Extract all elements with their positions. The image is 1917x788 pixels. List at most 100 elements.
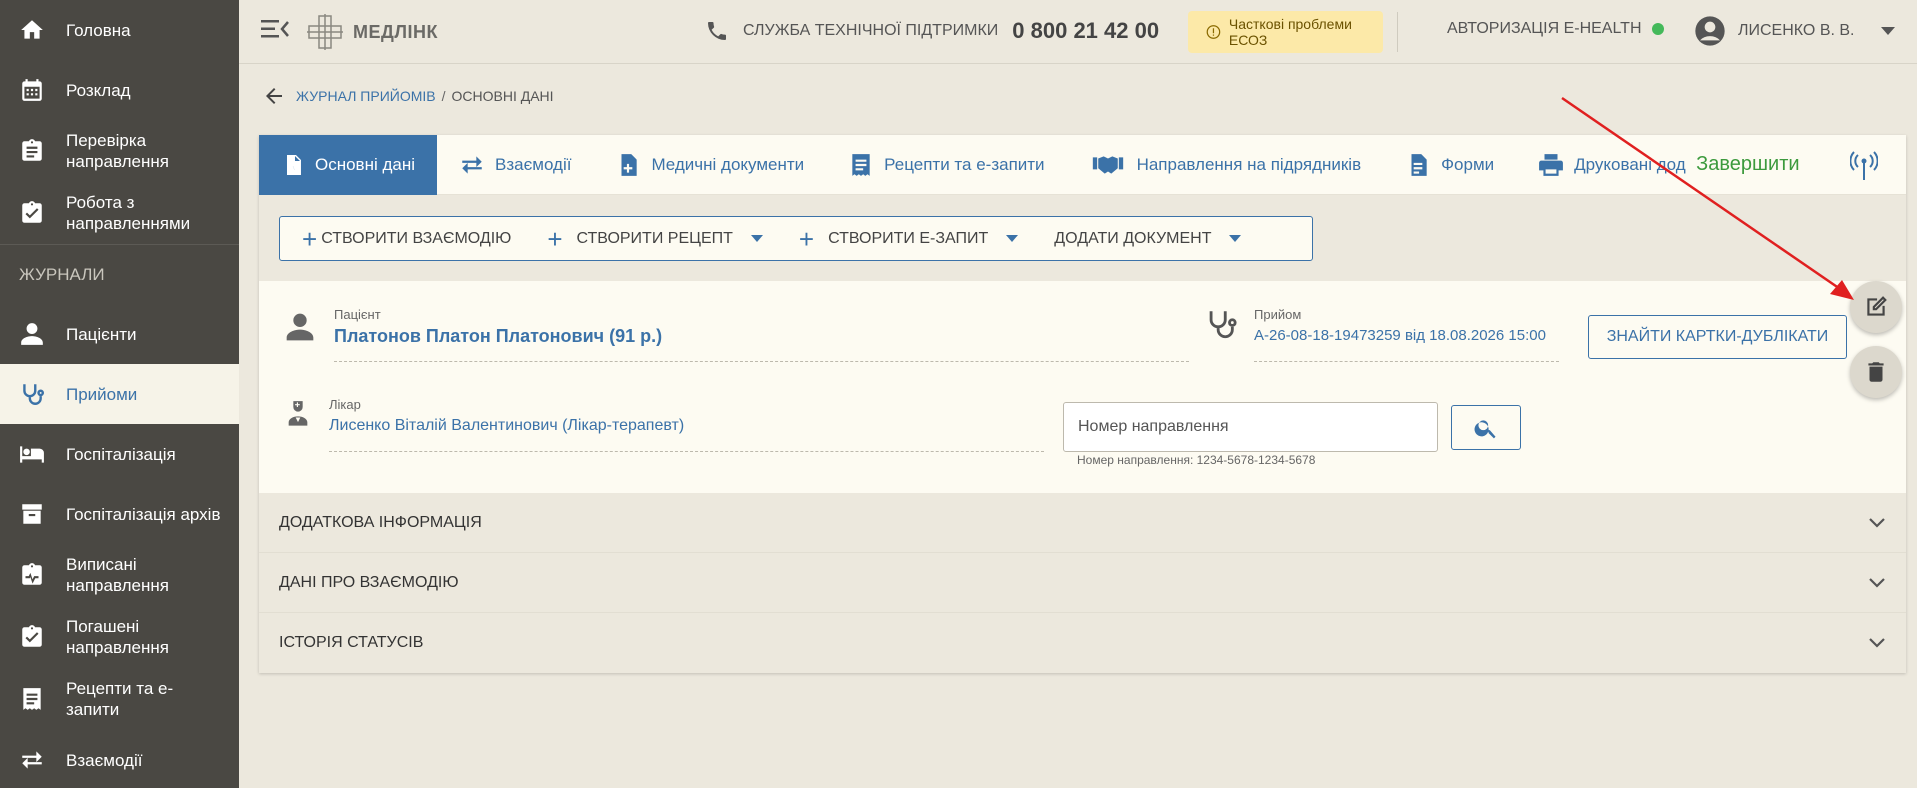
sidebar-item-label: Розклад [66, 80, 131, 100]
sidebar-item-label: Госпіталізація архів [66, 504, 221, 524]
bed-icon [18, 440, 46, 468]
visit-underline [1254, 361, 1559, 362]
tab-label: Друковані дод [1574, 154, 1686, 174]
sidebar-item-referral-work[interactable]: Робота з направленнями [0, 182, 239, 244]
ehealth-auth-status[interactable]: АВТОРИЗАЦІЯ E-HEALTH [1447, 20, 1664, 38]
tab-interactions[interactable]: Взаємодії [437, 135, 593, 195]
stethoscope-icon [1209, 311, 1237, 339]
accordion-interaction-data[interactable]: ДАНІ ПРО ВЗАЄМОДІЮ [259, 553, 1906, 613]
clipboard-check-icon [18, 137, 46, 165]
sidebar-item-interactions[interactable]: Взаємодії [0, 730, 239, 788]
accordion-group: ДОДАТКОВА ІНФОРМАЦІЯ ДАНІ ПРО ВЗАЄМОДІЮ … [259, 493, 1906, 673]
sidebar-item-label: Перевірка направлення [66, 131, 169, 171]
accordion-status-history[interactable]: ІСТОРІЯ СТАТУСІВ [259, 613, 1906, 673]
add-document-button[interactable]: ДОДАТИ ДОКУМЕНТ [1036, 217, 1259, 260]
accordion-label: ДОДАТКОВА ІНФОРМАЦІЯ [279, 513, 482, 531]
doctor-icon [288, 401, 308, 426]
sidebar-item-schedule[interactable]: Розклад [0, 60, 239, 120]
breadcrumb-separator: / [441, 88, 446, 104]
referral-number-input[interactable] [1063, 402, 1438, 452]
finish-visit-button[interactable]: Завершити [1686, 135, 1809, 195]
patient-label: Пацієнт [334, 307, 381, 322]
sidebar-item-label: Робота з направленнями [66, 193, 191, 233]
breadcrumb: ЖУРНАЛ ПРИЙОМІВ / ОСНОВНІ ДАНІ [262, 84, 554, 108]
tab-contractor-referrals[interactable]: Направлення на підрядників [1067, 135, 1384, 195]
support-label: СЛУЖБА ТЕХНІЧНОЇ ПІДТРИМКИ [743, 22, 999, 39]
sidebar-item-recipes[interactable]: Рецепти та е-запити [0, 668, 239, 730]
referral-hint: Номер направлення: 1234-5678-1234-5678 [1077, 453, 1316, 467]
online-status-dot [1651, 23, 1664, 35]
sidebar-item-label: Головна [66, 20, 131, 40]
esoz-status-badge[interactable]: Часткові проблеми ЕСОЗ [1188, 11, 1383, 53]
sidebar-item-label: Госпіталізація [66, 444, 176, 464]
visit-card: Основні дані Взаємодії Медичні документи… [259, 134, 1906, 673]
handshake-icon [1092, 155, 1123, 174]
search-referral-button[interactable] [1451, 405, 1521, 450]
visit-number: A-26-08-18-19473259 від 18.08.2026 15:00 [1254, 327, 1546, 344]
archive-icon [18, 500, 46, 528]
tab-medical-documents[interactable]: Медичні документи [593, 135, 826, 195]
plus-icon: + [547, 223, 563, 254]
chevron-down-icon [1880, 27, 1895, 35]
sidebar-item-issued-referrals[interactable]: Виписані направлення [0, 544, 239, 606]
clipboard-icon [18, 199, 46, 227]
sidebar-item-redeemed-referrals[interactable]: Погашені направлення [0, 606, 239, 668]
auth-label: АВТОРИЗАЦІЯ E-HEALTH [1447, 20, 1642, 37]
sidebar-item-home[interactable]: Головна [0, 0, 239, 60]
logo-text: МЕДЛІНК [353, 21, 438, 42]
dropdown-caret-icon [1229, 235, 1242, 242]
delete-visit-button[interactable] [1850, 346, 1902, 398]
app-logo[interactable]: МЕДЛІНК [305, 12, 438, 52]
edit-visit-button[interactable] [1850, 281, 1902, 333]
menu-collapse-icon[interactable] [261, 17, 289, 41]
tab-main-data[interactable]: Основні дані [259, 134, 437, 195]
sidebar-item-label: Погашені направлення [66, 617, 169, 657]
chevron-down-icon [1869, 517, 1885, 528]
back-arrow-icon[interactable] [262, 84, 286, 108]
create-recipe-button[interactable]: + СТВОРИТИ РЕЦЕПТ [529, 217, 781, 260]
support-phone: 0 800 21 42 00 [1012, 18, 1160, 43]
home-icon [18, 16, 46, 44]
logo-mark-icon [307, 14, 343, 50]
sidebar-item-hospitalization[interactable]: Госпіталізація [0, 424, 239, 484]
sidebar-item-patients[interactable]: Пацієнти [0, 304, 239, 364]
button-label: ДОДАТИ ДОКУМЕНТ [1054, 229, 1212, 247]
chevron-down-icon [1869, 577, 1885, 588]
patient-name-link[interactable]: Платонов Платон Платонович (91 р.) [334, 326, 662, 347]
warning-circle-icon [1206, 25, 1221, 39]
search-icon [1474, 419, 1496, 438]
accordion-additional-info[interactable]: ДОДАТКОВА ІНФОРМАЦІЯ [259, 493, 1906, 553]
sidebar-item-label: Прийоми [66, 384, 138, 404]
status-text: Часткові проблеми ЕСОЗ [1228, 16, 1352, 48]
support-info: СЛУЖБА ТЕХНІЧНОЇ ПІДТРИМКИ 0 800 21 42 0… [705, 18, 1159, 44]
sidebar-item-visits[interactable]: Прийоми [0, 364, 239, 424]
chart-doc-icon [286, 154, 301, 175]
breadcrumb-link-visits-journal[interactable]: ЖУРНАЛ ПРИЙОМІВ [296, 88, 436, 104]
create-erequest-button[interactable]: + СТВОРИТИ Е-ЗАПИТ [781, 217, 1036, 260]
person-icon [286, 313, 314, 341]
visit-label: Прийом [1254, 307, 1302, 322]
tab-label: Основні дані [314, 154, 415, 174]
create-interaction-button[interactable]: + СТВОРИТИ ВЗАЄМОДІЮ [280, 217, 529, 260]
tab-label: Взаємодії [495, 154, 572, 174]
chevron-down-icon [1869, 638, 1885, 648]
plus-icon: + [302, 223, 318, 254]
tab-printed-attachments[interactable]: Друковані дод [1516, 135, 1686, 195]
doctor-underline [329, 451, 1044, 452]
tab-forms[interactable]: Форми [1383, 135, 1516, 195]
button-label: СТВОРИТИ Е-ЗАПИТ [828, 229, 989, 247]
dropdown-caret-icon[interactable] [750, 235, 763, 242]
tab-recipes[interactable]: Рецепти та е-запити [826, 135, 1066, 195]
phone-icon [708, 22, 726, 40]
sidebar-item-hospitalization-archive[interactable]: Госпіталізація архів [0, 484, 239, 544]
dropdown-caret-icon[interactable] [1006, 235, 1019, 242]
accordion-label: ІСТОРІЯ СТАТУСІВ [279, 634, 424, 651]
broadcast-icon[interactable] [1850, 151, 1878, 181]
top-header: МЕДЛІНК СЛУЖБА ТЕХНІЧНОЇ ПІДТРИМКИ 0 800… [239, 0, 1917, 64]
clipboard-done-icon [18, 623, 46, 651]
sidebar-item-referral-check[interactable]: Перевірка направлення [0, 120, 239, 182]
sidebar-item-label: Взаємодії [66, 750, 143, 770]
user-menu[interactable]: ЛИСЕНКО В. В. [1694, 15, 1895, 47]
tab-label: Рецепти та е-запити [884, 154, 1045, 174]
find-duplicates-button[interactable]: ЗНАЙТИ КАРТКИ-ДУБЛІКАТИ [1588, 315, 1847, 359]
